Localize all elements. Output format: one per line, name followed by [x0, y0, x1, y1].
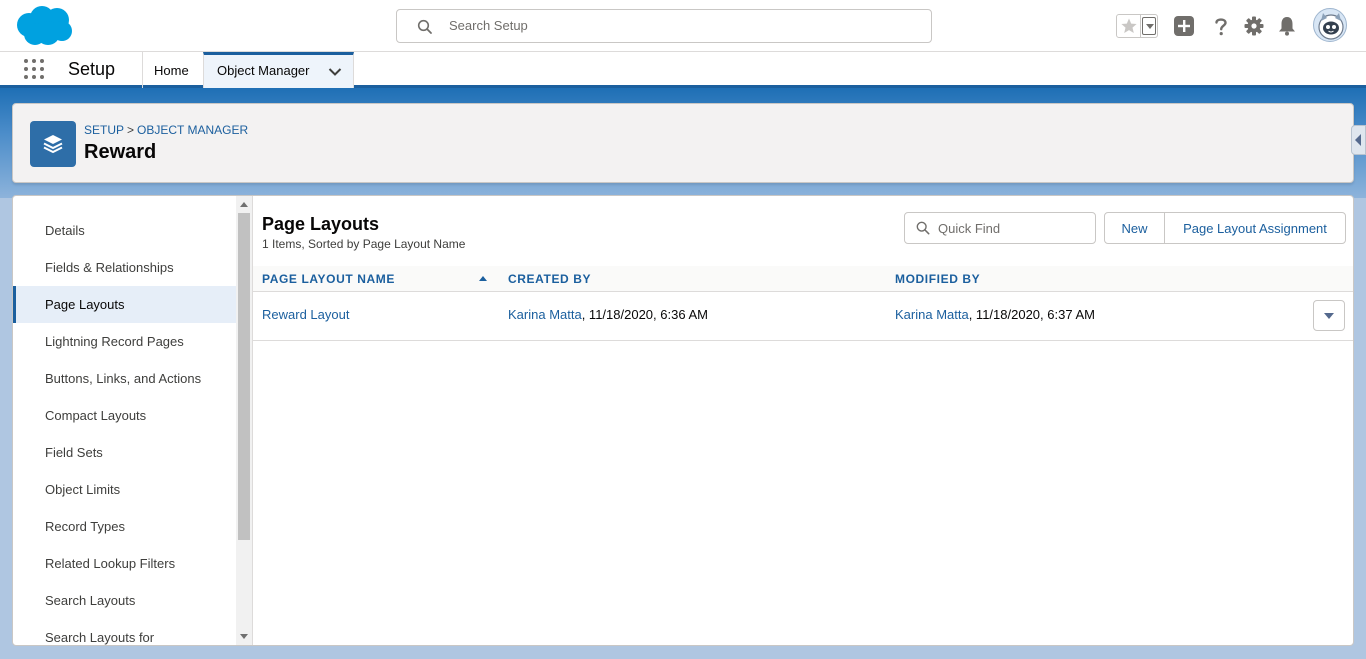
sidebar-item-page-layouts[interactable]: Page Layouts [13, 286, 236, 323]
layers-icon [30, 121, 76, 167]
astro-avatar-icon [1318, 13, 1344, 40]
row-actions-dropdown-icon[interactable] [1313, 300, 1345, 331]
scroll-up-icon[interactable] [240, 202, 248, 207]
help-icon[interactable] [1210, 15, 1232, 37]
page-layouts-content: Page Layouts 1 Items, Sorted by Page Lay… [253, 196, 1353, 645]
tab-home[interactable]: Home [142, 52, 204, 88]
created-by-user-link[interactable]: Karina Matta [508, 307, 582, 322]
salesforce-logo[interactable] [15, 5, 75, 47]
modified-by-cell: Karina Matta, 11/18/2020, 6:37 AM [895, 307, 1095, 322]
tab-object-manager[interactable]: Object Manager [203, 52, 354, 88]
table-row: Reward Layout Karina Matta, 11/18/2020, … [253, 292, 1353, 341]
scroll-down-icon[interactable] [240, 634, 248, 639]
sidebar-item-record-types[interactable]: Record Types [13, 508, 236, 545]
app-name: Setup [68, 59, 116, 79]
breadcrumb: SETUP > OBJECT MANAGER [84, 123, 248, 137]
sidebar-item-label: Lightning Record Pages [45, 334, 184, 349]
modified-by-date: , 11/18/2020, 6:37 AM [968, 307, 1095, 322]
breadcrumb-separator: > [127, 123, 135, 137]
sidebar-item-label: Record Types [45, 519, 125, 534]
table-header: PAGE LAYOUT NAME CREATED BY MODIFIED BY [253, 266, 1353, 292]
sidebar-item-label: Page Layouts [45, 297, 125, 312]
sidebar-item-label: Field Sets [45, 445, 103, 460]
favorites-group [1116, 14, 1158, 38]
search-icon [916, 221, 930, 235]
favorites-dropdown-icon[interactable] [1142, 17, 1156, 35]
breadcrumb-object-manager[interactable]: OBJECT MANAGER [137, 123, 248, 137]
sidebar-item-related-lookup-filters[interactable]: Related Lookup Filters [13, 545, 236, 582]
scrollbar-thumb[interactable] [238, 213, 250, 540]
search-icon [417, 19, 432, 34]
context-navigation: Setup Home Object Manager [0, 52, 1366, 88]
breadcrumb-setup[interactable]: SETUP [84, 123, 124, 137]
search-setup-input[interactable]: Search Setup [396, 9, 932, 43]
sidebar-item-label: Search Layouts [45, 593, 136, 608]
sidebar: Details Fields & Relationships Page Layo… [13, 196, 253, 645]
sort-ascending-icon[interactable] [479, 276, 487, 281]
page-layout-assignment-button[interactable]: Page Layout Assignment [1165, 213, 1345, 243]
quick-find-input[interactable]: Quick Find [904, 212, 1096, 244]
created-by-cell: Karina Matta, 11/18/2020, 6:36 AM [508, 307, 708, 322]
tab-object-manager-label: Object Manager [217, 63, 310, 78]
star-icon[interactable] [1120, 17, 1138, 35]
content-title: Page Layouts [262, 214, 380, 234]
add-icon[interactable] [1173, 15, 1195, 37]
sidebar-item-label: Buttons, Links, and Actions [45, 371, 202, 386]
page-title: Reward [84, 141, 157, 163]
sidebar-item-label: Related Lookup Filters [45, 556, 176, 571]
sidebar-item-details[interactable]: Details [13, 212, 236, 249]
sidebar-item-compact-layouts[interactable]: Compact Layouts [13, 397, 236, 434]
global-header: Search Setup [0, 0, 1366, 52]
sidebar-item-label: Object Limits [45, 482, 121, 497]
sidebar-item-object-limits[interactable]: Object Limits [13, 471, 236, 508]
sidebar-item-label: Compact Layouts [45, 408, 147, 423]
sidebar-item-search-layouts-for[interactable]: Search Layouts for [13, 619, 236, 645]
gear-icon[interactable] [1243, 15, 1265, 37]
sidebar-item-field-sets[interactable]: Field Sets [13, 434, 236, 471]
action-button-group: New Page Layout Assignment [1104, 212, 1346, 244]
new-button[interactable]: New [1105, 213, 1165, 243]
bell-icon[interactable] [1276, 15, 1298, 37]
sidebar-scrollbar[interactable] [236, 196, 252, 645]
sidebar-item-fields-relationships[interactable]: Fields & Relationships [13, 249, 236, 286]
quick-find-placeholder: Quick Find [938, 221, 1001, 236]
collapse-panel-tab[interactable] [1351, 125, 1366, 155]
column-header-modified-by[interactable]: MODIFIED BY [895, 272, 980, 286]
sidebar-item-label: Search Layouts for [45, 630, 155, 645]
avatar[interactable] [1313, 8, 1347, 42]
column-header-page-layout-name[interactable]: PAGE LAYOUT NAME [262, 272, 395, 286]
sidebar-item-buttons-links-actions[interactable]: Buttons, Links, and Actions [13, 360, 236, 397]
sidebar-item-lightning-record-pages[interactable]: Lightning Record Pages [13, 323, 236, 360]
search-placeholder: Search Setup [449, 18, 528, 33]
main-panel: Details Fields & Relationships Page Layo… [12, 195, 1354, 646]
modified-by-user-link[interactable]: Karina Matta [895, 307, 969, 322]
created-by-date: , 11/18/2020, 6:36 AM [581, 307, 708, 322]
divider [1140, 15, 1141, 37]
app-launcher-icon[interactable] [24, 59, 46, 81]
column-header-created-by[interactable]: CREATED BY [508, 272, 591, 286]
content-subtitle: 1 Items, Sorted by Page Layout Name [262, 237, 466, 251]
sidebar-item-label: Fields & Relationships [45, 260, 174, 275]
object-header: SETUP > OBJECT MANAGER Reward [12, 103, 1354, 183]
sidebar-item-label: Details [45, 223, 85, 238]
chevron-down-icon[interactable] [328, 67, 342, 77]
page-layout-link[interactable]: Reward Layout [262, 307, 349, 322]
sidebar-item-search-layouts[interactable]: Search Layouts [13, 582, 236, 619]
tab-home-label: Home [154, 63, 189, 78]
